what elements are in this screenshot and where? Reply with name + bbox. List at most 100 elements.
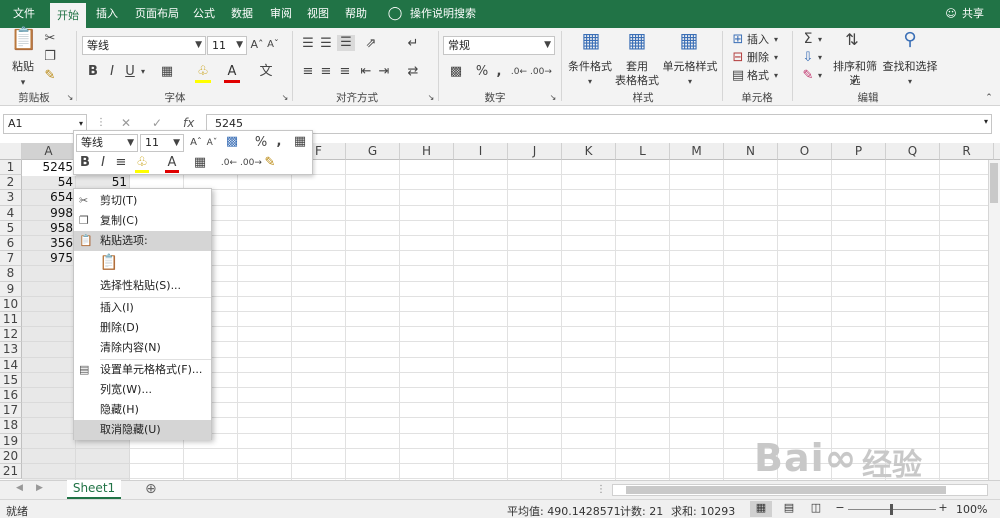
row-header-4[interactable]: 4 [0,205,22,221]
align-right-icon[interactable]: ≡ [337,64,353,80]
number-format-select[interactable]: 常规 ▼ [443,36,555,55]
mini-font-select[interactable]: 等线 ▼ [76,134,138,152]
share-button[interactable]: 共享 [958,0,988,28]
format-as-table-button[interactable]: 套用 [622,60,652,74]
delete-cells-icon[interactable]: ⊟ [730,50,746,66]
scroll-left-icon[interactable]: ◀ [16,483,26,493]
mini-bold-icon[interactable]: B [78,155,92,171]
tab-view[interactable]: 视图 [302,0,334,28]
format-painter-icon[interactable]: ✎ [42,68,58,84]
menu-item-hide[interactable]: 隐藏(H) [74,400,211,420]
row-header-16[interactable]: 16 [0,388,22,404]
fill-icon[interactable]: ⇩ [800,50,816,66]
tab-home[interactable]: 开始 [50,3,86,28]
mini-decrease-decimal-icon[interactable]: .00→ [240,155,262,171]
dialog-launcher-icon[interactable]: ↘ [280,90,290,106]
vertical-scrollbar[interactable] [988,160,1000,480]
column-header-i[interactable]: I [454,143,508,160]
align-middle-icon[interactable]: ☰ [318,36,334,52]
mini-accounting-icon[interactable]: ▩ [223,134,241,150]
fill-color-icon[interactable]: ♧ [194,64,212,80]
row-header-19[interactable]: 19 [0,433,22,449]
chevron-down-icon[interactable]: ▾ [138,64,148,80]
cell-a4[interactable]: 998 [22,206,76,221]
cell-a5[interactable]: 958 [22,221,76,236]
column-header-g[interactable]: G [346,143,400,160]
conditional-formatting-button[interactable]: 条件格式 [566,60,614,74]
insert-cells-icon[interactable]: ⊞ [730,32,746,48]
menu-item-copy[interactable]: ❐ 复制(C) [74,211,211,231]
zoom-out-icon[interactable]: − [835,501,845,514]
zoom-in-icon[interactable]: + [938,501,948,514]
clear-icon[interactable]: ✎ [800,68,816,84]
menu-item-unhide[interactable]: 取消隐藏(U) [74,420,211,440]
chevron-down-icon[interactable]: ▾ [680,74,700,90]
row-header-13[interactable]: 13 [0,342,22,358]
horizontal-scroll-thumb[interactable] [626,486,946,494]
mini-percent-icon[interactable]: % [254,135,268,151]
mini-italic-icon[interactable]: I [96,155,110,171]
tab-formulas[interactable]: 公式 [188,0,220,28]
column-header-h[interactable]: H [400,143,454,160]
row-header-2[interactable]: 2 [0,175,22,191]
menu-item-format-cells[interactable]: ▤ 设置单元格格式(F)... [74,360,211,380]
orientation-icon[interactable]: ⇗ [360,36,382,52]
mini-format-painter-icon[interactable]: ✎ [262,155,278,171]
align-left-icon[interactable]: ≡ [300,64,316,80]
tab-data[interactable]: 数据 [226,0,258,28]
row-header-15[interactable]: 15 [0,372,22,388]
row-header-6[interactable]: 6 [0,236,22,252]
expand-formula-icon[interactable]: ▾ [984,117,994,126]
row-header-12[interactable]: 12 [0,327,22,343]
row-header-18[interactable]: 18 [0,418,22,434]
row-header-11[interactable]: 11 [0,312,22,328]
comma-style-icon[interactable]: , [494,64,504,80]
column-header-s[interactable]: S [994,143,1000,160]
find-select-icon[interactable]: ⚲ [898,31,922,56]
column-header-q[interactable]: Q [886,143,940,160]
decrease-decimal-icon[interactable]: .00→ [530,64,552,80]
chevron-down-icon[interactable]: ▾ [816,50,824,66]
chevron-down-icon[interactable]: ▾ [816,32,824,48]
select-all-corner[interactable] [0,143,22,160]
merge-center-icon[interactable]: ⇄ [404,64,422,80]
align-top-icon[interactable]: ☰ [300,36,316,52]
tab-review[interactable]: 审阅 [265,0,297,28]
collapse-ribbon-icon[interactable]: ⌃ [984,90,994,106]
dialog-launcher-icon[interactable]: ↘ [426,90,436,106]
autosum-icon[interactable]: Σ [800,31,816,47]
dialog-launcher-icon[interactable]: ↘ [65,90,75,106]
row-header-17[interactable]: 17 [0,403,22,419]
underline-icon[interactable]: U [123,64,137,80]
cell-styles-icon[interactable]: ▦ [676,30,702,58]
cell-a2[interactable]: 54 [22,175,76,190]
chevron-down-icon[interactable]: ▾ [816,68,824,84]
column-header-o[interactable]: O [778,143,832,160]
mini-font-color-icon[interactable]: A [164,155,180,171]
increase-decimal-icon[interactable]: .0← [510,64,528,80]
phonetic-icon[interactable]: 文 [257,64,275,80]
menu-item-paste-special[interactable]: 选择性粘贴(S)... [74,276,211,296]
mini-comma-icon[interactable]: , [274,134,284,150]
tell-me-search[interactable]: 操作说明搜索 [410,0,490,28]
cut-icon[interactable]: ✂ [42,31,58,47]
column-header-k[interactable]: K [562,143,616,160]
row-header-20[interactable]: 20 [0,448,22,464]
italic-icon[interactable]: I [105,64,119,80]
shrink-font-icon[interactable]: Aˇ [205,135,219,151]
page-layout-view-icon[interactable]: ▤ [779,501,799,514]
conditional-formatting-icon[interactable]: ▦ [578,30,604,58]
menu-item-column-width[interactable]: 列宽(W)... [74,380,211,400]
paste-icon[interactable]: 📋 [10,29,37,58]
row-header-9[interactable]: 9 [0,281,22,297]
row-header-8[interactable]: 8 [0,266,22,282]
row-header-5[interactable]: 5 [0,220,22,236]
font-size-select[interactable]: 11 ▼ [207,36,247,55]
tab-file[interactable]: 文件 [4,0,44,28]
chevron-down-icon[interactable]: ▾ [772,32,780,48]
font-color-icon[interactable]: A [223,64,241,80]
row-header-7[interactable]: 7 [0,251,22,267]
sort-filter-icon[interactable]: ⇅ [840,32,864,56]
chevron-down-icon[interactable]: ▾ [772,50,780,66]
decrease-indent-icon[interactable]: ⇤ [358,64,374,80]
